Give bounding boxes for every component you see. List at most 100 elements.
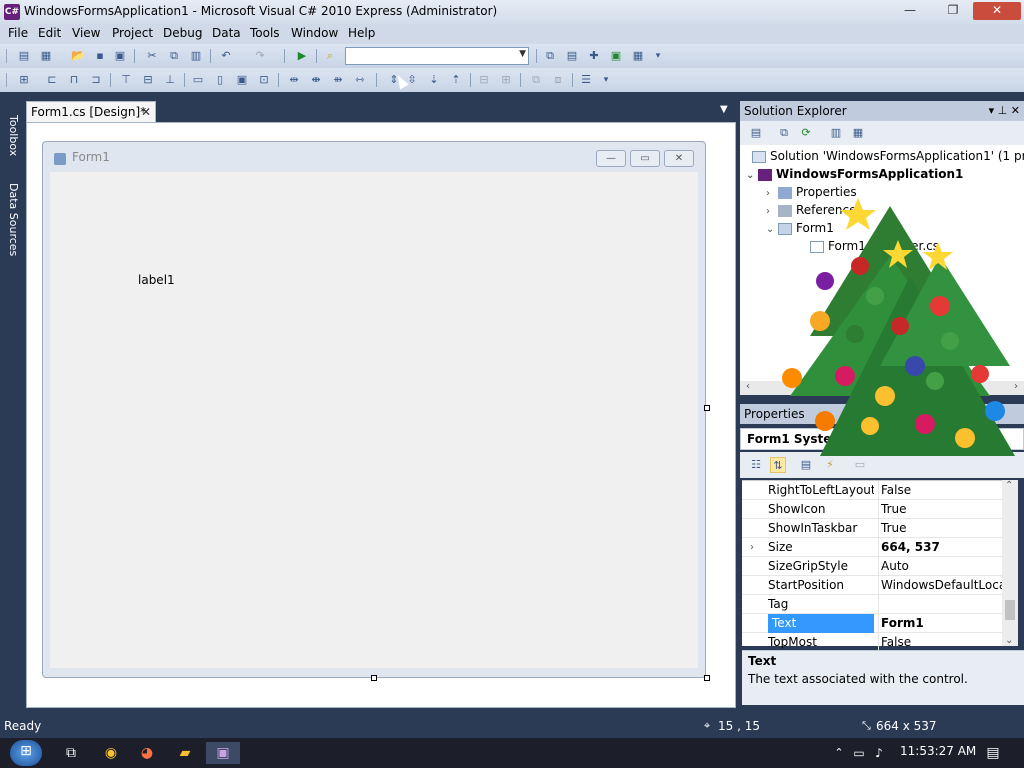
- align-bottoms-icon[interactable]: ⊥: [162, 72, 178, 88]
- align-middles-icon[interactable]: ⊟: [140, 72, 156, 88]
- start-page-icon[interactable]: ▣: [608, 48, 624, 64]
- collapse-arrow-icon[interactable]: ⌄: [746, 167, 758, 185]
- remove-horizontal-spacing-icon[interactable]: ⇿: [352, 72, 368, 88]
- refresh-icon[interactable]: ⟳: [798, 125, 814, 141]
- property-value[interactable]: False: [878, 481, 1002, 500]
- minimize-button[interactable]: —: [887, 2, 933, 20]
- tab-form1-design[interactable]: Form1.cs [Design]* ✕: [26, 101, 156, 123]
- clock[interactable]: 11:53:27 AM: [900, 744, 976, 758]
- menu-project[interactable]: Project: [106, 24, 159, 44]
- property-value[interactable]: True: [878, 519, 1002, 538]
- increase-horizontal-spacing-icon[interactable]: ⇼: [308, 72, 324, 88]
- make-same-height-icon[interactable]: ▯: [212, 72, 228, 88]
- align-to-grid-icon[interactable]: ⊞: [16, 72, 32, 88]
- horizontal-spacing-equal-icon[interactable]: ⇹: [286, 72, 302, 88]
- volume-icon[interactable]: ♪: [866, 742, 892, 764]
- property-value[interactable]: Form1: [878, 614, 1002, 633]
- data-sources-tab[interactable]: Data Sources: [0, 175, 20, 265]
- chevron-down-icon[interactable]: ▼: [519, 49, 526, 59]
- make-same-size-icon[interactable]: ▣: [234, 72, 250, 88]
- property-row[interactable]: ShowInTaskbar True: [742, 519, 1002, 538]
- paste-icon[interactable]: ▥: [188, 48, 204, 64]
- property-grid-scrollbar[interactable]: ⌃ ⌄: [1002, 480, 1018, 646]
- add-item-icon[interactable]: ▦: [38, 48, 54, 64]
- center-horizontally-icon[interactable]: ⊟: [476, 72, 492, 88]
- property-value[interactable]: Auto: [878, 557, 1002, 576]
- resize-handle-bottom-right[interactable]: [704, 675, 710, 681]
- action-center-icon[interactable]: ▤: [980, 742, 1006, 764]
- scroll-left-icon[interactable]: ‹: [746, 381, 750, 392]
- new-project-icon[interactable]: ▤: [16, 48, 32, 64]
- close-button[interactable]: ✕: [973, 2, 1021, 20]
- firefox-icon[interactable]: ◕: [134, 742, 160, 764]
- align-rights-icon[interactable]: ⊐: [88, 72, 104, 88]
- show-all-files-icon[interactable]: ⧉: [776, 125, 792, 141]
- property-value[interactable]: True: [878, 500, 1002, 519]
- properties-window-icon[interactable]: ▤: [564, 48, 580, 64]
- copy-icon[interactable]: ⧉: [166, 48, 182, 64]
- open-file-icon[interactable]: 📂: [70, 48, 86, 64]
- bring-to-front-icon[interactable]: ⧉: [528, 72, 544, 88]
- make-same-width-icon[interactable]: ▭: [190, 72, 206, 88]
- scroll-thumb[interactable]: [1005, 600, 1015, 620]
- align-centers-icon[interactable]: ⊓: [66, 72, 82, 88]
- scroll-down-icon[interactable]: ⌄: [1005, 635, 1013, 646]
- menu-data[interactable]: Data: [206, 24, 247, 44]
- visual-studio-taskbar-button[interactable]: ▣: [206, 742, 240, 764]
- form-client-area[interactable]: [50, 172, 698, 668]
- tree-item-project[interactable]: ⌄ WindowsFormsApplication1: [746, 165, 963, 183]
- properties-icon[interactable]: ▤: [748, 125, 764, 141]
- toolbar-grip[interactable]: [6, 49, 7, 63]
- save-all-icon[interactable]: ▣: [112, 48, 128, 64]
- property-value[interactable]: 664, 537: [878, 538, 1002, 557]
- save-icon[interactable]: ▪: [92, 48, 108, 64]
- extension-icon[interactable]: ▦: [630, 48, 646, 64]
- property-row[interactable]: StartPosition WindowsDefaultLocation: [742, 576, 1002, 595]
- menu-edit[interactable]: Edit: [32, 24, 67, 44]
- align-lefts-icon[interactable]: ⊏: [44, 72, 60, 88]
- start-debugging-icon[interactable]: ▶: [294, 48, 310, 64]
- decrease-vertical-spacing-icon[interactable]: ⇣: [426, 72, 442, 88]
- toolbar-overflow-icon[interactable]: ▾: [650, 48, 666, 64]
- property-row[interactable]: Tag: [742, 595, 1002, 614]
- redo-icon[interactable]: ↷: [252, 48, 268, 64]
- size-to-grid-icon[interactable]: ⊡: [256, 72, 272, 88]
- align-tops-icon[interactable]: ⊤: [118, 72, 134, 88]
- tree-item-solution[interactable]: Solution 'WindowsFormsApplication1' (1 p…: [752, 147, 1024, 165]
- label1-control[interactable]: label1: [138, 273, 175, 287]
- menu-help[interactable]: Help: [342, 24, 381, 44]
- close-icon[interactable]: ✕: [141, 102, 151, 122]
- categorized-icon[interactable]: ☷: [748, 457, 764, 473]
- property-value[interactable]: [878, 595, 1002, 614]
- task-view-icon[interactable]: ⧉: [58, 742, 84, 764]
- send-to-back-icon[interactable]: ⧈: [550, 72, 566, 88]
- menu-view[interactable]: View: [66, 24, 106, 44]
- toolbar-grip[interactable]: [6, 73, 7, 87]
- toolbox-tab[interactable]: Toolbox: [0, 101, 20, 171]
- property-row[interactable]: RightToLeftLayout False: [742, 481, 1002, 500]
- property-row[interactable]: SizeGripStyle Auto: [742, 557, 1002, 576]
- chrome-icon[interactable]: ◉: [98, 742, 124, 764]
- app-icon[interactable]: C#: [4, 4, 20, 20]
- menu-debug[interactable]: Debug: [157, 24, 208, 44]
- panel-controls[interactable]: ▾ ⊥ ✕: [989, 101, 1020, 121]
- property-row[interactable]: Text Form1: [742, 614, 1002, 633]
- property-row[interactable]: › Size 664, 537: [742, 538, 1002, 557]
- remove-vertical-spacing-icon[interactable]: ⇡: [448, 72, 464, 88]
- resize-handle-bottom[interactable]: [371, 675, 377, 681]
- view-designer-icon[interactable]: ▦: [850, 125, 866, 141]
- document-list-dropdown-icon[interactable]: ▼: [720, 104, 728, 115]
- toolbox-icon[interactable]: ✚: [586, 48, 602, 64]
- cut-icon[interactable]: ✂: [144, 48, 160, 64]
- menu-window[interactable]: Window: [285, 24, 344, 44]
- tab-order-icon[interactable]: ☰: [578, 72, 594, 88]
- view-code-icon[interactable]: ▥: [828, 125, 844, 141]
- property-value[interactable]: WindowsDefaultLocation: [878, 576, 1002, 595]
- solution-explorer-icon[interactable]: ⧉: [542, 48, 558, 64]
- menu-file[interactable]: File: [2, 24, 34, 44]
- toolbar-overflow-icon[interactable]: ▾: [598, 72, 614, 88]
- center-vertically-icon[interactable]: ⊞: [498, 72, 514, 88]
- undo-icon[interactable]: ↶: [218, 48, 234, 64]
- resize-handle-right[interactable]: [704, 405, 710, 411]
- find-in-files-icon[interactable]: ⌕: [322, 48, 338, 64]
